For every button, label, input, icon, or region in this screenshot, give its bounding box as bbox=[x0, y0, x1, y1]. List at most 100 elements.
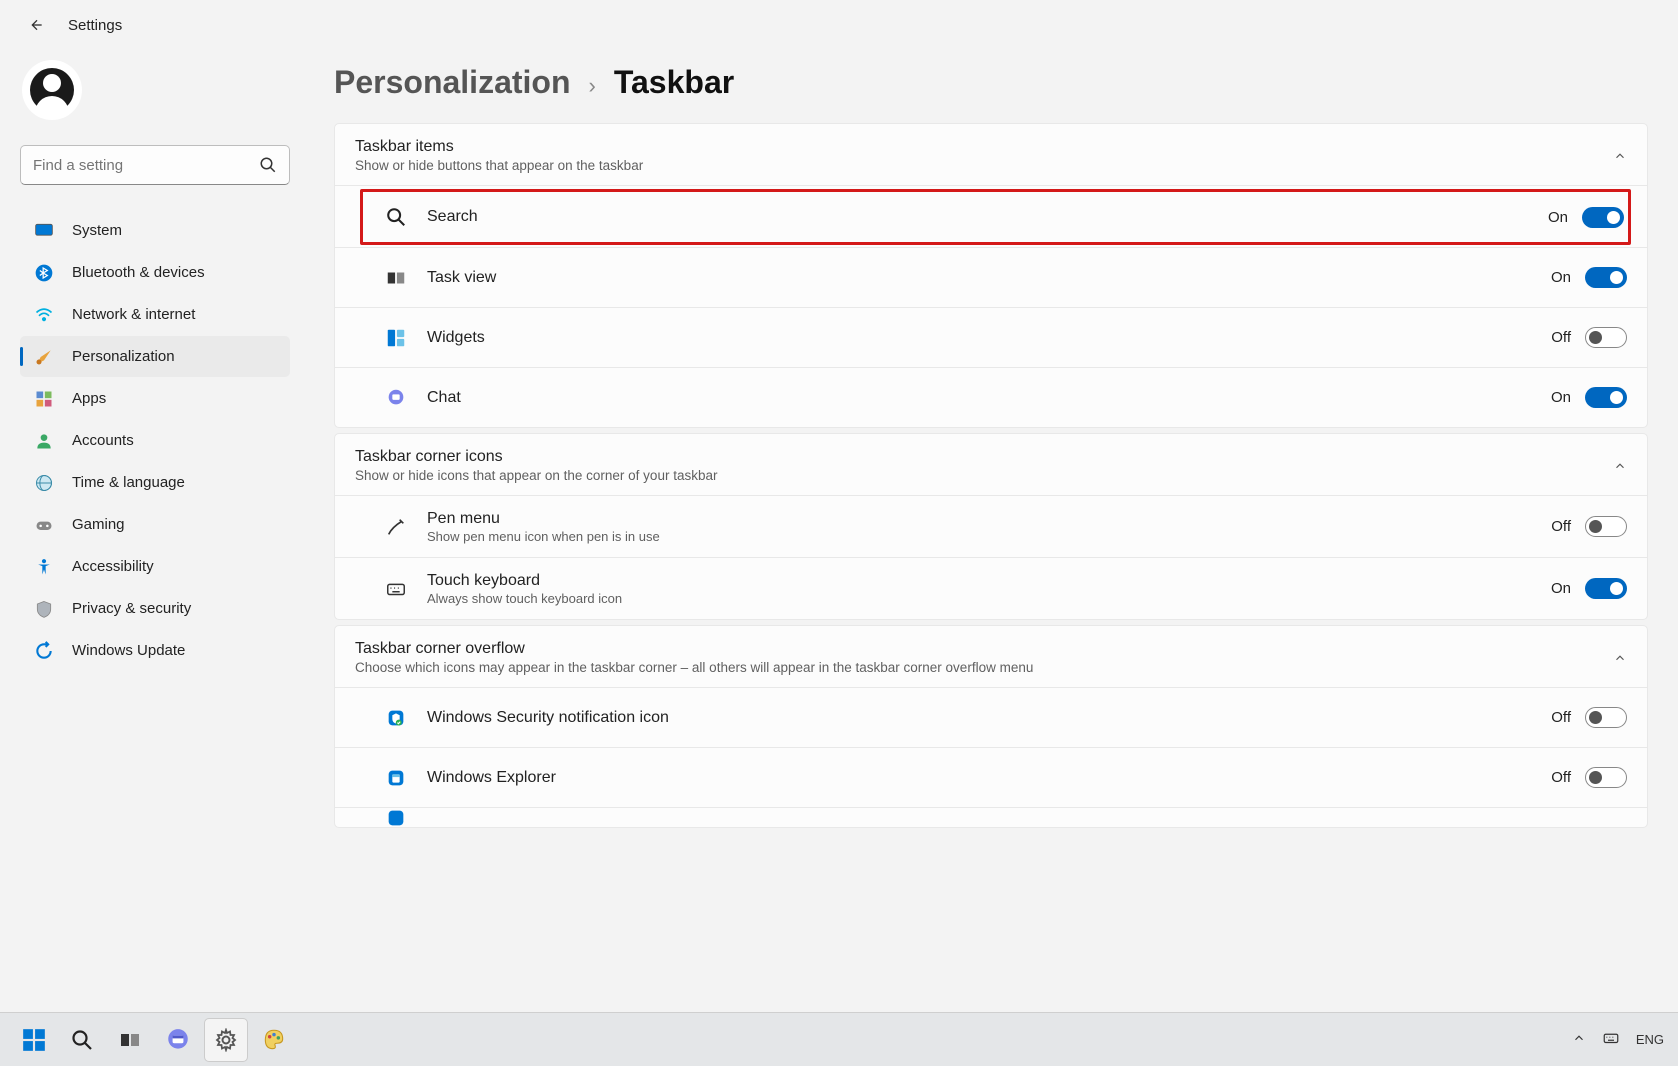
back-button[interactable] bbox=[20, 10, 50, 40]
tray-chevron-up-icon[interactable] bbox=[1572, 1031, 1586, 1048]
taskbar-taskview-button[interactable] bbox=[108, 1018, 152, 1062]
search-input[interactable] bbox=[33, 157, 263, 174]
nav-label: Network & internet bbox=[72, 306, 195, 323]
nav-windows-update[interactable]: Windows Update bbox=[20, 630, 290, 671]
section-desc: Show or hide icons that appear on the co… bbox=[355, 468, 717, 483]
tray-language[interactable]: ENG bbox=[1636, 1032, 1664, 1047]
breadcrumb: Personalization › Taskbar bbox=[334, 64, 1648, 101]
nav-accounts[interactable]: Accounts bbox=[20, 420, 290, 461]
chevron-up-icon bbox=[1613, 651, 1627, 665]
row-task-view: Task view On bbox=[335, 247, 1647, 307]
nav-label: Privacy & security bbox=[72, 600, 191, 617]
nav-bluetooth[interactable]: Bluetooth & devices bbox=[20, 252, 290, 293]
main-content: Personalization › Taskbar Taskbar items … bbox=[310, 50, 1678, 1027]
taskbar-paint-button[interactable] bbox=[252, 1018, 296, 1062]
toggle-windows-security[interactable] bbox=[1585, 707, 1627, 728]
section-corner-icons: Taskbar corner icons Show or hide icons … bbox=[334, 433, 1648, 620]
sync-icon bbox=[34, 641, 54, 661]
toggle-state: Off bbox=[1551, 709, 1571, 726]
toggle-search[interactable] bbox=[1582, 207, 1624, 228]
row-partial bbox=[335, 807, 1647, 827]
search-icon bbox=[259, 156, 277, 174]
row-label: Windows Security notification icon bbox=[427, 709, 1551, 727]
row-desc: Show pen menu icon when pen is in use bbox=[427, 529, 1551, 544]
taskbar-chat-button[interactable] bbox=[156, 1018, 200, 1062]
paintbrush-icon bbox=[34, 347, 54, 367]
toggle-state: Off bbox=[1551, 518, 1571, 535]
taskbar-settings-button[interactable] bbox=[204, 1018, 248, 1062]
nav-label: Apps bbox=[72, 390, 106, 407]
nav-label: Accounts bbox=[72, 432, 134, 449]
section-desc: Choose which icons may appear in the tas… bbox=[355, 660, 1033, 675]
taskbar-search-button[interactable] bbox=[60, 1018, 104, 1062]
toggle-widgets[interactable] bbox=[1585, 327, 1627, 348]
tray-keyboard-icon[interactable] bbox=[1602, 1029, 1620, 1050]
toggle-state: On bbox=[1551, 389, 1571, 406]
nav-time-language[interactable]: Time & language bbox=[20, 462, 290, 503]
section-header-taskbar-items[interactable]: Taskbar items Show or hide buttons that … bbox=[335, 124, 1647, 185]
row-windows-security: Windows Security notification icon Off bbox=[335, 687, 1647, 747]
row-search-highlight: Search On bbox=[360, 189, 1631, 245]
row-label: Touch keyboard bbox=[427, 572, 1551, 590]
toggle-touch-keyboard[interactable] bbox=[1585, 578, 1627, 599]
settings-search[interactable] bbox=[20, 145, 290, 185]
explorer-icon bbox=[385, 767, 407, 789]
user-icon bbox=[34, 431, 54, 451]
row-windows-explorer: Windows Explorer Off bbox=[335, 747, 1647, 807]
chevron-up-icon bbox=[1613, 459, 1627, 473]
nav-system[interactable]: System bbox=[20, 210, 290, 251]
breadcrumb-current: Taskbar bbox=[614, 64, 734, 101]
toggle-state: Off bbox=[1551, 769, 1571, 786]
gamepad-icon bbox=[34, 515, 54, 535]
section-title: Taskbar items bbox=[355, 138, 643, 156]
toggle-pen-menu[interactable] bbox=[1585, 516, 1627, 537]
row-label: Pen menu bbox=[427, 510, 1551, 528]
nav-label: Accessibility bbox=[72, 558, 154, 575]
app-title: Settings bbox=[68, 17, 122, 34]
avatar[interactable] bbox=[22, 60, 82, 120]
sidebar: System Bluetooth & devices Network & int… bbox=[0, 50, 310, 1027]
toggle-state: Off bbox=[1551, 329, 1571, 346]
nav-privacy[interactable]: Privacy & security bbox=[20, 588, 290, 629]
nav-network[interactable]: Network & internet bbox=[20, 294, 290, 335]
row-label: Chat bbox=[427, 389, 1551, 407]
nav-personalization[interactable]: Personalization bbox=[20, 336, 290, 377]
row-pen-menu: Pen menu Show pen menu icon when pen is … bbox=[335, 495, 1647, 557]
app-icon bbox=[385, 807, 407, 827]
toggle-state: On bbox=[1551, 269, 1571, 286]
row-label: Search bbox=[427, 208, 1548, 226]
taskview-icon bbox=[385, 267, 407, 289]
breadcrumb-parent[interactable]: Personalization bbox=[334, 64, 571, 101]
nav-label: Personalization bbox=[72, 348, 175, 365]
row-label: Widgets bbox=[427, 329, 1551, 347]
nav-label: Windows Update bbox=[72, 642, 185, 659]
accessibility-icon bbox=[34, 557, 54, 577]
row-chat: Chat On bbox=[335, 367, 1647, 427]
toggle-task-view[interactable] bbox=[1585, 267, 1627, 288]
app-header: Settings bbox=[0, 0, 1678, 50]
shield-icon bbox=[34, 599, 54, 619]
section-title: Taskbar corner icons bbox=[355, 448, 717, 466]
row-label: Task view bbox=[427, 269, 1551, 287]
search-icon bbox=[385, 206, 407, 228]
toggle-windows-explorer[interactable] bbox=[1585, 767, 1627, 788]
row-widgets: Widgets Off bbox=[335, 307, 1647, 367]
nav-label: Bluetooth & devices bbox=[72, 264, 205, 281]
toggle-chat[interactable] bbox=[1585, 387, 1627, 408]
row-label: Windows Explorer bbox=[427, 769, 1551, 787]
bluetooth-icon bbox=[34, 263, 54, 283]
nav-gaming[interactable]: Gaming bbox=[20, 504, 290, 545]
row-desc: Always show touch keyboard icon bbox=[427, 591, 1551, 606]
nav-label: Gaming bbox=[72, 516, 125, 533]
section-header-corner-overflow[interactable]: Taskbar corner overflow Choose which ico… bbox=[335, 626, 1647, 687]
nav: System Bluetooth & devices Network & int… bbox=[20, 210, 290, 671]
nav-label: Time & language bbox=[72, 474, 185, 491]
nav-accessibility[interactable]: Accessibility bbox=[20, 546, 290, 587]
nav-apps[interactable]: Apps bbox=[20, 378, 290, 419]
nav-label: System bbox=[72, 222, 122, 239]
section-taskbar-items: Taskbar items Show or hide buttons that … bbox=[334, 123, 1648, 428]
section-header-corner-icons[interactable]: Taskbar corner icons Show or hide icons … bbox=[335, 434, 1647, 495]
apps-icon bbox=[34, 389, 54, 409]
monitor-icon bbox=[34, 221, 54, 241]
start-button[interactable] bbox=[12, 1018, 56, 1062]
